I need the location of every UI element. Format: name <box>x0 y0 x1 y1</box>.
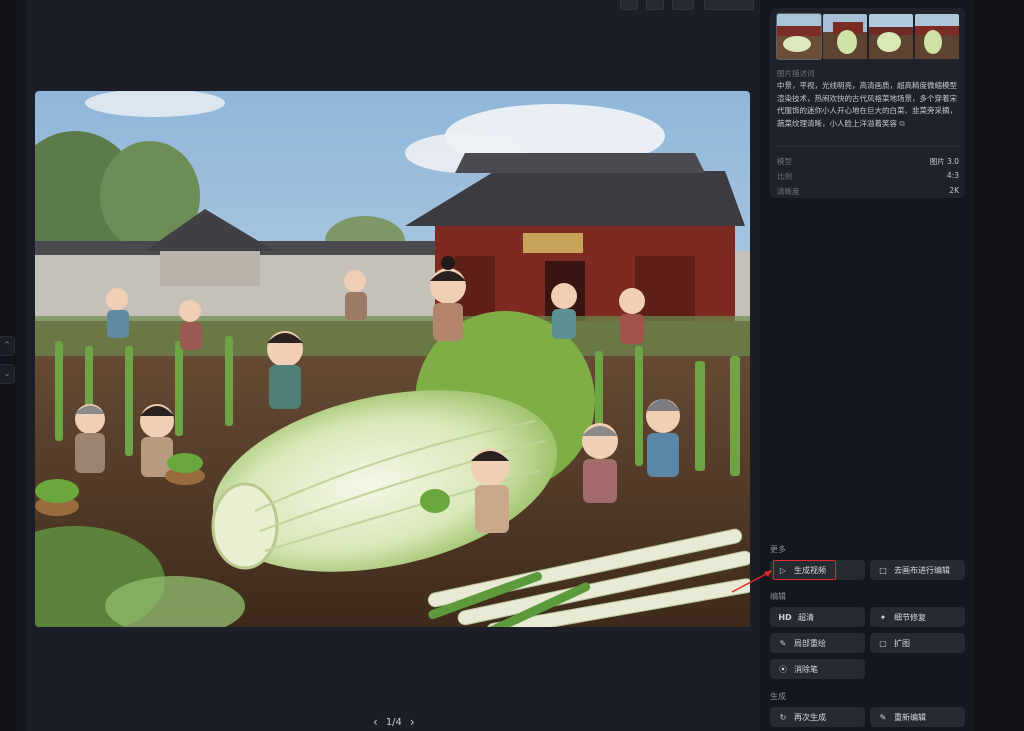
generate-video-button[interactable]: ▷ 生成视频 <box>770 560 865 580</box>
hd-upscale-label: 超清 <box>798 612 814 622</box>
generate-video-label: 生成视频 <box>794 565 826 575</box>
chevron-right-icon[interactable]: › <box>410 715 415 729</box>
left-rail: ⌃ ⌄ <box>0 0 16 731</box>
thumbnail-1[interactable] <box>776 13 822 60</box>
eraser-button[interactable]: ⦿ 消除笔 <box>770 659 865 679</box>
generated-image[interactable] <box>35 91 750 627</box>
pager: ‹ 1/4 › <box>373 715 415 729</box>
section-generate-title: 生成 <box>770 692 786 701</box>
expand-button[interactable]: ▢ 扩图 <box>870 633 965 653</box>
regenerate-button[interactable]: ↻ 再次生成 <box>770 707 865 727</box>
toolbar-button-3[interactable] <box>672 0 694 10</box>
meta-value: 4:3 <box>946 171 959 180</box>
meta-value: 2K <box>949 186 959 195</box>
prompt-text: 中景，平视，光线明亮，高清画质，超高精度微缩模型渲染技术，热闹欢快的古代风格菜地… <box>777 80 962 130</box>
thumbnail-strip <box>776 13 959 60</box>
meta-key: 清晰度 <box>777 187 800 196</box>
magic-wand-icon: ✦ <box>879 612 887 622</box>
detail-fix-button[interactable]: ✦ 细节修复 <box>870 607 965 627</box>
toolbar-button-1[interactable] <box>620 0 638 10</box>
divider <box>777 146 959 147</box>
brush-icon: ✎ <box>779 638 787 648</box>
copy-icon[interactable]: ⧉ <box>899 119 904 128</box>
prompt-label: 图片描述词 <box>777 69 815 78</box>
crop-icon: □ <box>879 565 887 575</box>
canvas-edit-label: 去画布进行编辑 <box>894 565 950 575</box>
pencil-icon: ✎ <box>879 712 887 722</box>
regenerate-label: 再次生成 <box>794 712 826 722</box>
hd-upscale-button[interactable]: HD 超清 <box>770 607 865 627</box>
meta-row-ratio: 比例 4:3 <box>777 171 959 182</box>
chevron-left-icon[interactable]: ‹ <box>373 715 378 729</box>
chevron-down-icon[interactable]: ⌄ <box>0 364 15 384</box>
video-icon: ▷ <box>779 565 787 575</box>
meta-row-model: 模型 图片 3.0 <box>777 156 959 167</box>
prompt-text-body: 中景，平视，光线明亮，高清画质，超高精度微缩模型渲染技术，热闹欢快的古代风格菜地… <box>777 81 957 128</box>
local-redraw-button[interactable]: ✎ 局部重绘 <box>770 633 865 653</box>
thumbnail-4[interactable] <box>915 14 959 59</box>
section-more-title: 更多 <box>770 545 786 554</box>
meta-key: 模型 <box>777 157 792 166</box>
thumbnail-2[interactable] <box>823 14 867 59</box>
page-indicator: 1/4 <box>385 716 402 728</box>
expand-icon: ▢ <box>879 638 887 648</box>
canvas-edit-button[interactable]: □ 去画布进行编辑 <box>870 560 965 580</box>
hd-icon: HD <box>778 612 792 622</box>
expand-label: 扩图 <box>894 638 910 648</box>
meta-value: 图片 3.0 <box>929 157 959 166</box>
detail-fix-label: 细节修复 <box>894 612 926 622</box>
right-edge <box>974 0 1024 731</box>
refresh-icon: ↻ <box>779 712 787 722</box>
re-edit-button[interactable]: ✎ 重新编辑 <box>870 707 965 727</box>
garden-scene-illustration <box>35 91 750 627</box>
chevron-up-icon[interactable]: ⌃ <box>0 336 15 356</box>
toolbar-button-4[interactable] <box>704 0 754 10</box>
meta-key: 比例 <box>777 172 792 181</box>
eraser-icon: ⦿ <box>779 664 787 674</box>
toolbar-button-2[interactable] <box>646 0 664 10</box>
info-card: 图片描述词 中景，平视，光线明亮，高清画质，超高精度微缩模型渲染技术，热闹欢快的… <box>770 8 965 198</box>
meta-row-resolution: 清晰度 2K <box>777 186 959 197</box>
annotation-arrow <box>731 570 772 593</box>
section-edit-title: 编辑 <box>770 592 786 601</box>
local-redraw-label: 局部重绘 <box>794 638 826 648</box>
thumbnail-3[interactable] <box>869 14 913 59</box>
eraser-label: 消除笔 <box>794 664 818 674</box>
re-edit-label: 重新编辑 <box>894 712 926 722</box>
